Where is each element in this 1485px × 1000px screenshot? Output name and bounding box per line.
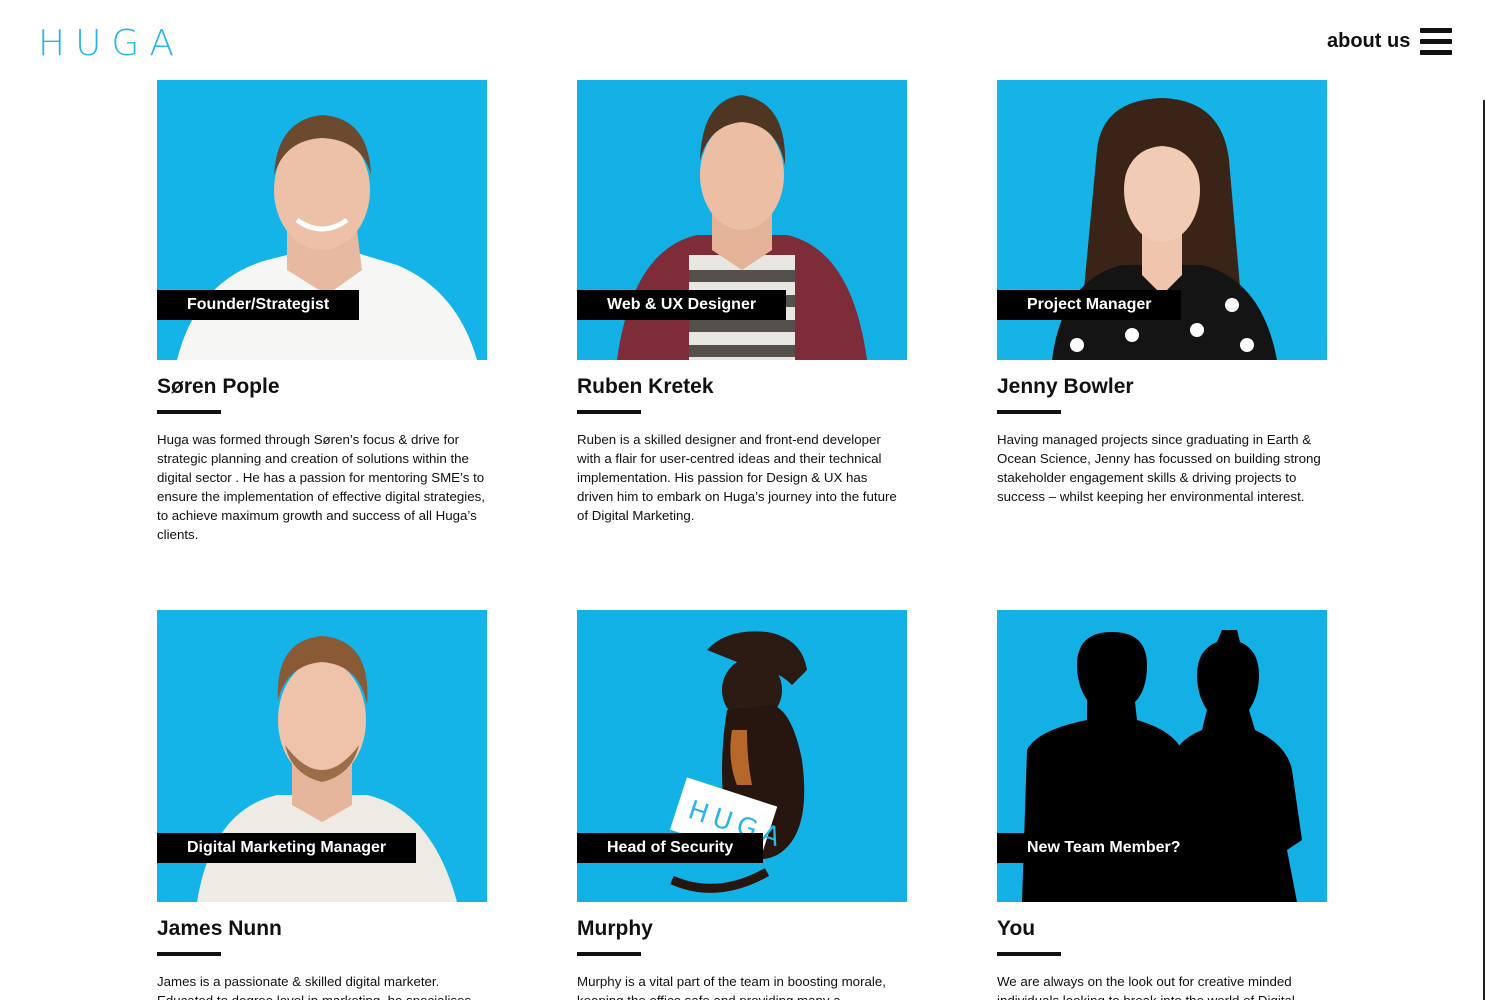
team-card-james: Digital Marketing Manager James Nunn Jam… xyxy=(157,610,487,1000)
huga-logo[interactable]: HUGA xyxy=(38,24,184,64)
ruben-photo: Web & UX Designer xyxy=(577,80,907,360)
role-badge: Head of Security xyxy=(577,833,764,863)
role-badge: New Team Member? xyxy=(997,833,1211,863)
jenny-photo: Project Manager xyxy=(997,80,1327,360)
team-card-jenny: Project Manager Jenny Bowler Having mana… xyxy=(997,80,1327,506)
member-name: James Nunn xyxy=(157,917,282,940)
member-name: Murphy xyxy=(577,917,653,940)
name-divider xyxy=(157,952,221,956)
member-bio: Having managed projects since graduating… xyxy=(997,432,1321,504)
role-badge: Founder/Strategist xyxy=(157,290,360,320)
name-divider xyxy=(157,410,221,414)
hamburger-menu-icon[interactable] xyxy=(1420,26,1452,58)
member-bio: James is a passionate & skilled digital … xyxy=(157,974,471,1000)
name-divider xyxy=(997,952,1061,956)
site-header: HUGA about us xyxy=(0,0,1485,80)
murphy-photo: HUGA Head of Security xyxy=(577,610,907,902)
james-photo: Digital Marketing Manager xyxy=(157,610,487,902)
member-name: You xyxy=(997,917,1036,940)
member-bio: Murphy is a vital part of the team in bo… xyxy=(577,974,886,1000)
member-name: Ruben Kretek xyxy=(577,375,714,398)
role-badge: Project Manager xyxy=(997,290,1182,320)
about-us-link[interactable]: about us xyxy=(1327,29,1410,53)
team-card-ruben: Web & UX Designer Ruben Kretek Ruben is … xyxy=(577,80,907,525)
role-badge: Web & UX Designer xyxy=(577,290,787,320)
role-badge: Digital Marketing Manager xyxy=(157,833,417,863)
team-card-you: New Team Member? You We are always on th… xyxy=(997,610,1327,1000)
member-name: Søren Pople xyxy=(157,375,280,398)
member-bio: Huga was formed through Søren’s focus & … xyxy=(157,432,485,542)
name-divider xyxy=(997,410,1061,414)
name-divider xyxy=(577,952,641,956)
member-bio: We are always on the look out for creati… xyxy=(997,974,1299,1000)
team-card-soren: Founder/Strategist Søren Pople Huga was … xyxy=(157,80,487,544)
soren-photo: Founder/Strategist xyxy=(157,80,487,360)
name-divider xyxy=(577,410,641,414)
silhouette-photo: New Team Member? xyxy=(997,610,1327,902)
member-name: Jenny Bowler xyxy=(997,375,1134,398)
member-bio: Ruben is a skilled designer and front-en… xyxy=(577,432,897,523)
team-card-murphy: HUGA Head of Security Murphy Murphy is a… xyxy=(577,610,907,1000)
